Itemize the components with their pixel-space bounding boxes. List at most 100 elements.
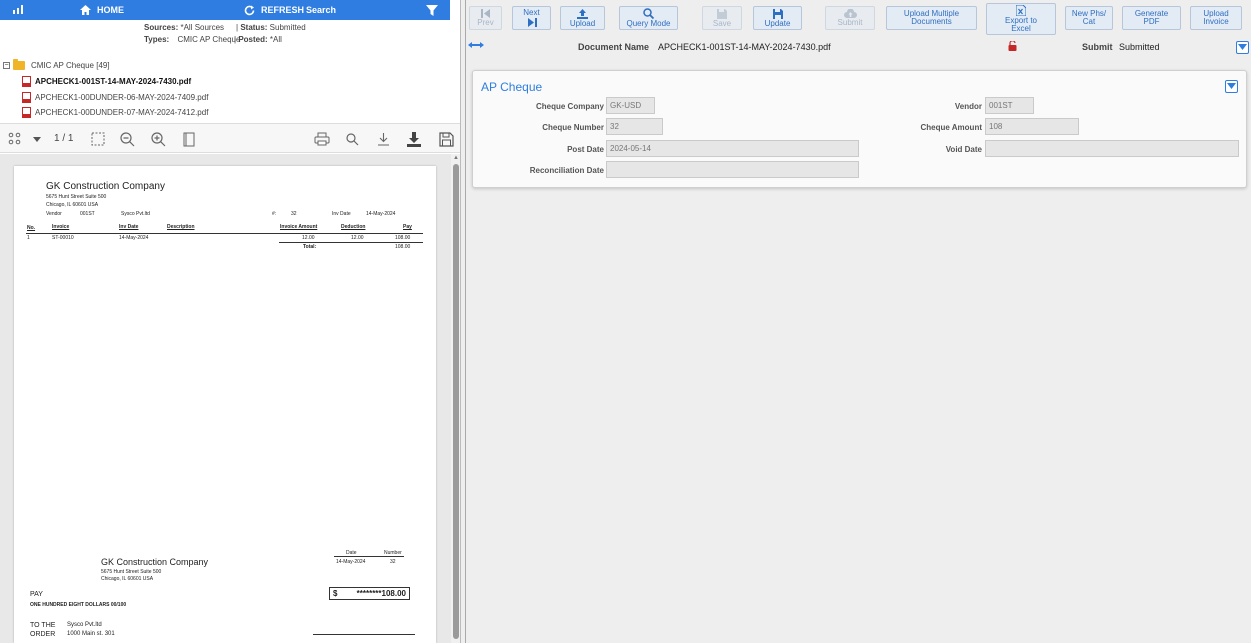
caret-down-icon [33,136,41,142]
vendor-field[interactable]: 001ST [985,97,1034,114]
post-date-field[interactable]: 2024-05-14 [606,140,859,157]
filter-icon [426,4,438,16]
tree-file-item[interactable]: APCHECK1-00DUNDER-07-MAY-2024-7412.pdf [22,107,208,118]
void-date-label: Void Date [945,145,982,154]
reconciliation-date-label: Reconciliation Date [529,166,604,175]
print-button[interactable] [313,130,331,148]
reconciliation-date-field[interactable] [606,161,859,178]
status-label: Status: [240,23,268,32]
upload-label: Upload [569,18,596,28]
stub-dollar-sign: $ [333,589,338,598]
skip-back-icon [480,9,490,18]
form-collapse-button[interactable] [1225,80,1238,93]
cheque-amount-field[interactable]: 108 [985,118,1079,135]
collapse-toggle-icon[interactable]: − [3,62,10,69]
tree-file-label: APCHECK1-00DUNDER-07-MAY-2024-7412.pdf [35,108,209,117]
pdf-toolbar: 1 / 1 [0,123,460,153]
save-button[interactable]: Save [702,6,742,30]
generate-pdf-button[interactable]: Generate PDF [1122,6,1181,30]
zoom-in-icon [150,131,165,146]
tree-file-label: APCHECK1-001ST-14-MAY-2024-7430.pdf [35,77,192,86]
home-label: HOME [97,5,124,15]
doc-total-rule [279,242,423,243]
home-button[interactable]: HOME [80,0,124,20]
top-nav-bar: HOME REFRESH Search [0,0,450,20]
doc-vendor-code: 001ST [80,211,95,217]
upload-invoice-button[interactable]: Upload Invoice [1190,6,1242,30]
stub-number-value: 32 [390,559,396,565]
tree-file-item[interactable]: APCHECK1-00DUNDER-06-MAY-2024-7409.pdf [22,92,208,103]
stub-company-name: GK Construction Company [101,557,209,567]
signal-menu-button[interactable] [12,0,24,20]
export-excel-button[interactable]: Export to Excel [986,3,1056,35]
unlock-icon [1008,40,1017,51]
zoom-out-button[interactable] [118,130,136,148]
horizontal-arrows-icon [468,42,484,48]
tree-file-item[interactable]: APCHECK1-001ST-14-MAY-2024-7430.pdf [22,76,191,87]
scroll-up-icon[interactable]: ▲ [453,155,459,161]
types-value: CMIC AP Cheque [177,35,241,44]
cloud-upload-icon [843,9,857,18]
doc-address-line2: Chicago, IL 60601 USA [46,202,99,208]
expand-pane-button[interactable] [468,41,484,51]
docbar-collapse-button[interactable] [1236,41,1249,54]
document-info-bar: Document Name APCHECK1-001ST-14-MAY-2024… [466,38,1251,56]
thumbnails-dropdown[interactable] [28,130,46,148]
doc-inv-date-label: Inv Date [332,211,351,217]
page-indicator: 1 / 1 [54,133,74,144]
vendor-label: Vendor [954,102,982,111]
doc-header-rule [26,233,423,234]
doc-name-value: APCHECK1-001ST-14-MAY-2024-7430.pdf [658,42,831,52]
form-title: AP Cheque [481,80,543,94]
save-label: Save [712,18,732,28]
posted-filter: | Posted: *All [234,35,282,44]
select-tool-button[interactable] [89,130,107,148]
stub-date-value: 14-May-2024 [336,559,366,565]
search-document-button[interactable] [343,130,361,148]
update-button[interactable]: Update [753,6,802,30]
doc-inv-date-value: 14-May-2024 [366,211,396,217]
upload-button[interactable]: Upload [560,6,605,30]
pdf-file-icon [22,92,31,103]
cheque-number-field[interactable]: 32 [606,118,663,135]
post-date-label: Post Date [567,145,604,154]
lock-button[interactable] [1008,40,1017,53]
stub-amount-words: ONE HUNDRED EIGHT DOLLARS 00/100 [30,602,127,608]
save-file-button[interactable] [437,130,455,148]
submit-button[interactable]: Submit [825,6,875,30]
query-mode-button[interactable]: Query Mode [619,6,678,30]
void-date-field[interactable] [985,140,1239,157]
page-view-button[interactable] [180,130,198,148]
doc-row-invoice-amount: 12.00 [302,235,315,241]
save-download-button[interactable] [405,130,423,148]
zoom-in-button[interactable] [149,130,167,148]
posted-label: Posted: [238,35,268,44]
upload-multiple-button[interactable]: Upload Multiple Documents [886,6,977,30]
doc-company-name: GK Construction Company [46,181,165,192]
stub-order-label: ORDER [30,631,56,638]
upload-multiple-label-2: Documents [911,17,952,26]
tree-root-node[interactable]: − CMIC AP Cheque [49] [3,59,110,70]
pdf-page: GK Construction Company 5675 Hunt Street… [14,166,436,643]
prev-button[interactable]: Prev [469,6,502,30]
download-button[interactable] [374,130,392,148]
left-pane: HOME REFRESH Search Sources: *All Source… [0,0,461,643]
pdf-scroll-thumb[interactable] [453,164,459,639]
refresh-button[interactable]: REFRESH [244,0,304,20]
stub-payee-name: Sysco Pvt.ltd [67,622,102,628]
doc-name-label: Document Name [578,42,650,52]
pdf-scrollbar[interactable]: ▲ [451,154,460,643]
search-label: Search [306,5,337,15]
refresh-label: REFRESH [261,5,305,15]
doc-total-label: Total: [303,244,317,250]
new-phs-cat-button[interactable]: New Phs/ Cat [1065,6,1113,30]
cheque-company-field[interactable]: GK-USD [606,97,655,114]
doc-col-pay: Pay [403,224,412,230]
next-button[interactable]: Next [512,6,551,30]
thumbnails-button[interactable] [6,130,24,148]
filter-button[interactable] [426,0,438,20]
search-link[interactable]: Search [306,0,336,20]
doc-col-deduction: Deduction [341,224,366,230]
doc-address-line1: 5675 Hunt Street Suite 500 [46,194,107,200]
refresh-icon [244,5,255,15]
